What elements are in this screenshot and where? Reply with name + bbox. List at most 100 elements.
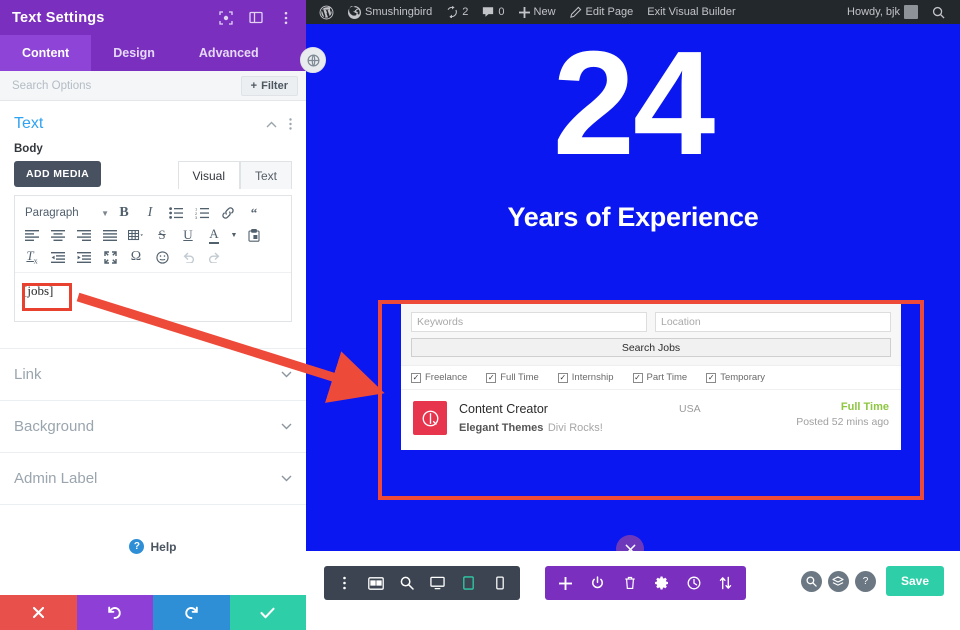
checkbox-checked-icon[interactable]: ✓ <box>557 372 568 383</box>
wireframe-icon[interactable] <box>361 566 390 600</box>
tablet-icon[interactable] <box>454 566 483 600</box>
checkbox-checked-icon[interactable]: ✓ <box>411 372 421 383</box>
redo-button[interactable] <box>153 595 230 630</box>
cancel-button[interactable] <box>0 595 77 630</box>
add-media-button[interactable]: ADD MEDIA <box>14 161 102 187</box>
comments-item[interactable]: 0 <box>475 0 511 24</box>
undo-icon[interactable] <box>175 247 201 268</box>
text-color-chevron-icon[interactable]: ▼ <box>227 225 241 246</box>
chevron-down-icon <box>281 473 292 485</box>
help-link[interactable]: ? Help <box>0 505 306 554</box>
align-right-icon[interactable] <box>71 225 97 246</box>
format-select[interactable]: Paragraph ▼ <box>19 207 111 219</box>
search-icon[interactable] <box>800 570 822 592</box>
view-mode-bar <box>324 566 520 600</box>
italic-icon[interactable]: I <box>137 203 163 224</box>
keywords-input[interactable]: Keywords <box>411 312 647 332</box>
section-kebab-icon[interactable] <box>289 118 292 130</box>
save-button[interactable] <box>229 595 306 630</box>
editor-toolbar-row-3: Tx Ω <box>19 246 287 268</box>
bullet-list-icon[interactable] <box>163 203 189 224</box>
paste-icon[interactable] <box>241 225 267 246</box>
help-icon[interactable]: ? <box>854 570 876 592</box>
checkbox-checked-icon[interactable]: ✓ <box>632 372 643 383</box>
body-editor: ADD MEDIA Visual Text Paragraph ▼ B I 1 … <box>0 161 306 322</box>
underline-icon[interactable]: U <box>175 225 201 246</box>
editor-tab-text[interactable]: Text <box>239 161 292 189</box>
redo-icon[interactable] <box>201 247 227 268</box>
strikethrough-icon[interactable]: S <box>149 225 175 246</box>
save-button[interactable]: Save <box>885 566 944 596</box>
search-options-input[interactable]: Search Options <box>12 80 241 92</box>
zoom-icon[interactable] <box>392 566 421 600</box>
filter-freelance[interactable]: ✓ Freelance <box>411 372 467 383</box>
tab-advanced[interactable]: Advanced <box>177 35 281 71</box>
site-name-item[interactable]: Smushingbird <box>341 0 439 24</box>
editor-content-area[interactable]: [jobs] <box>15 273 291 321</box>
section-title: Text <box>14 115 44 132</box>
focus-icon[interactable] <box>218 10 234 26</box>
filter-button[interactable]: + Filter <box>240 75 298 96</box>
special-character-icon[interactable]: Ω <box>123 247 149 268</box>
filter-temporary[interactable]: ✓ Temporary <box>706 372 765 383</box>
bold-icon[interactable]: B <box>111 203 137 224</box>
job-company: Elegant Themes <box>459 421 544 434</box>
undo-button[interactable] <box>76 595 153 630</box>
filter-freelance-label: Freelance <box>425 372 468 383</box>
table-icon[interactable] <box>123 225 149 246</box>
history-icon[interactable] <box>679 566 708 600</box>
job-location: USA <box>679 403 701 415</box>
filter-internship[interactable]: ✓ Internship <box>557 372 614 383</box>
tab-design[interactable]: Design <box>91 35 177 71</box>
job-listing-row[interactable]: Content Creator Elegant Themes Divi Rock… <box>401 389 901 450</box>
filter-full-time[interactable]: ✓ Full Time <box>486 372 539 383</box>
avatar <box>904 5 918 19</box>
wordpress-logo-icon[interactable] <box>312 0 341 24</box>
split-layout-icon[interactable] <box>248 10 264 26</box>
clear-formatting-icon[interactable]: Tx <box>19 247 45 268</box>
emoji-icon[interactable] <box>149 247 175 268</box>
admin-search-button[interactable] <box>925 0 952 24</box>
editor-tab-visual[interactable]: Visual <box>177 161 240 189</box>
checkbox-checked-icon[interactable]: ✓ <box>486 372 497 383</box>
align-justify-icon[interactable] <box>97 225 123 246</box>
sort-icon[interactable] <box>711 566 740 600</box>
howdy-item[interactable]: Howdy, bjk <box>840 0 925 24</box>
indent-icon[interactable] <box>71 247 97 268</box>
updates-item[interactable]: 2 <box>439 0 475 24</box>
accordion-link[interactable]: Link <box>0 349 306 401</box>
home-icon <box>348 5 361 19</box>
layers-icon[interactable] <box>827 570 849 592</box>
search-options-bar: Search Options + Filter <box>0 71 306 101</box>
tab-content[interactable]: Content <box>0 35 92 71</box>
location-input[interactable]: Location <box>655 312 891 332</box>
add-icon[interactable] <box>551 566 580 600</box>
panel-drag-handle[interactable] <box>300 47 326 73</box>
filter-part-time[interactable]: ✓ Part Time <box>632 372 687 383</box>
chevron-up-icon[interactable] <box>266 121 277 128</box>
outdent-icon[interactable] <box>45 247 71 268</box>
blockquote-icon[interactable]: “ <box>241 203 267 224</box>
fullscreen-icon[interactable] <box>97 247 123 268</box>
trash-icon[interactable] <box>615 566 644 600</box>
text-color-icon[interactable]: A <box>201 225 227 246</box>
align-center-icon[interactable] <box>45 225 71 246</box>
gear-icon[interactable] <box>647 566 676 600</box>
search-jobs-button[interactable]: Search Jobs <box>411 338 891 357</box>
format-select-label: Paragraph <box>25 207 79 219</box>
kebab-menu-icon[interactable] <box>330 566 359 600</box>
align-left-icon[interactable] <box>19 225 45 246</box>
link-icon[interactable] <box>215 203 241 224</box>
desktop-icon[interactable] <box>423 566 452 600</box>
settings-panel-header: Text Settings <box>0 0 306 35</box>
accordion-admin-label[interactable]: Admin Label <box>0 453 306 505</box>
checkbox-checked-icon[interactable]: ✓ <box>706 372 717 383</box>
edit-page-label: Edit Page <box>585 6 634 18</box>
exit-visual-builder-label: Exit Visual Builder <box>647 6 736 18</box>
kebab-menu-icon[interactable] <box>278 10 294 26</box>
accordion-background[interactable]: Background <box>0 401 306 453</box>
builder-right-controls: ? Save <box>800 566 944 596</box>
phone-icon[interactable] <box>485 566 514 600</box>
numbered-list-icon[interactable]: 123 <box>189 203 215 224</box>
power-icon[interactable] <box>583 566 612 600</box>
